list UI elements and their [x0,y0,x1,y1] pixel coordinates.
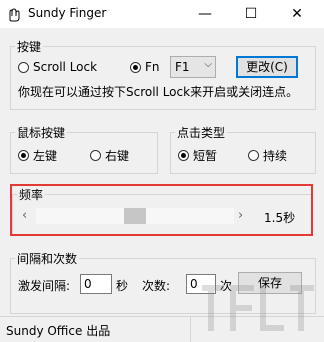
maximize-button[interactable]: ☐ [228,0,274,28]
short-click-radio[interactable]: 短暂 [178,147,217,164]
scroll-left-arrow-icon[interactable]: ‹ [22,208,27,223]
count-label: 次数: [142,279,171,293]
trigger-interval-label: 激发间隔: [18,279,71,293]
right-button-radio-label: 右键 [105,149,130,163]
close-button[interactable]: ✕ [274,0,320,28]
fn-radio[interactable]: Fn [130,60,160,74]
scroll-right-arrow-icon[interactable]: › [238,208,243,223]
fn-radio-label: Fn [145,60,160,74]
watermark-logo [202,285,314,331]
fn-key-select[interactable]: F1 ⌵ [170,56,216,78]
left-button-radio-circle[interactable] [18,150,29,161]
left-button-radio[interactable]: 左键 [18,147,57,164]
chevron-down-icon: ⌵ [204,59,212,70]
scroll-lock-radio[interactable]: Scroll Lock [18,60,97,74]
left-button-radio-label: 左键 [33,149,58,163]
frequency-value: 1.5秒 [264,211,296,225]
trigger-interval-input[interactable]: 0 [80,274,112,294]
short-click-radio-circle[interactable] [178,150,189,161]
status-text: Sundy Office 出品 [6,324,111,338]
frequency-scroll-thumb[interactable] [124,208,146,224]
scroll-lock-radio-label: Scroll Lock [33,60,98,74]
hold-click-radio-label: 持续 [263,149,288,163]
seconds-unit-label: 秒 [116,279,129,293]
hotkey-info-text: 你现在可以通过按下Scroll Lock来开启或关闭连点。 [18,85,299,99]
title-bar: Sundy Finger — ☐ ✕ [0,0,324,28]
status-divider [190,317,191,342]
right-button-radio-circle[interactable] [90,150,101,161]
scroll-lock-radio-circle[interactable] [18,61,29,73]
window-title: Sundy Finger [28,6,107,20]
hotkey-group-legend: 按键 [17,40,42,54]
short-click-radio-label: 短暂 [193,149,218,163]
click-type-group-legend: 点击类型 [177,126,226,140]
fn-key-value: F1 [175,60,190,74]
change-button[interactable]: 更改(C) [236,56,298,78]
right-button-radio[interactable]: 右键 [90,147,129,164]
mouse-button-group-legend: 鼠标按键 [17,126,66,140]
minimize-button[interactable]: — [182,0,228,28]
app-icon [9,8,20,22]
hold-click-radio[interactable]: 持续 [248,147,287,164]
interval-group-legend: 间隔和次数 [17,252,78,266]
hold-click-radio-circle[interactable] [248,150,259,161]
fn-radio-circle[interactable] [130,61,141,73]
